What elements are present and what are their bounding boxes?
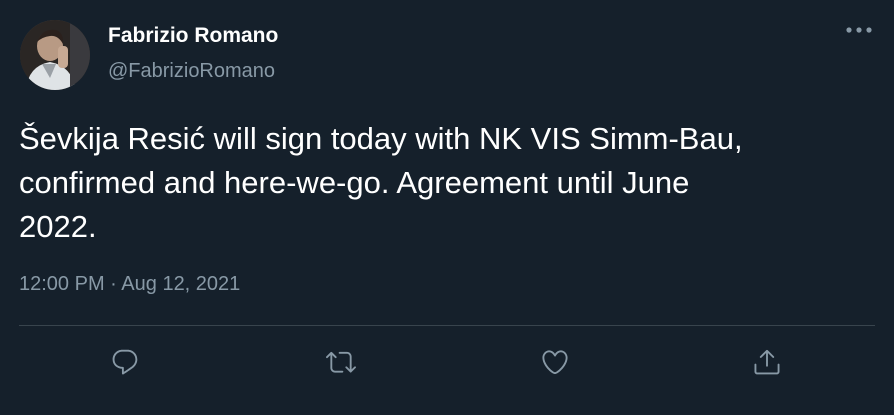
author-name[interactable]: Fabrizio Romano bbox=[108, 24, 278, 48]
share-icon bbox=[754, 349, 780, 375]
more-horizontal-icon bbox=[846, 27, 872, 33]
avatar[interactable] bbox=[20, 20, 90, 90]
tweet-timestamp[interactable]: 12:00 PM · Aug 12, 2021 bbox=[19, 273, 240, 296]
heart-icon bbox=[542, 350, 568, 375]
tweet-card: Fabrizio Romano @FabrizioRomano Ševkija … bbox=[0, 0, 894, 415]
retweet-button[interactable] bbox=[319, 340, 363, 384]
tweet-actions bbox=[0, 340, 894, 384]
tweet-text: Ševkija Resić will sign today with NK VI… bbox=[19, 121, 743, 244]
tweet-date[interactable]: Aug 12, 2021 bbox=[121, 273, 240, 295]
retweet-icon bbox=[326, 351, 356, 373]
reply-icon bbox=[112, 349, 138, 375]
avatar-photo bbox=[20, 20, 90, 90]
more-options-button[interactable] bbox=[844, 18, 874, 42]
divider bbox=[19, 325, 875, 326]
timestamp-separator: · bbox=[110, 273, 117, 295]
like-button[interactable] bbox=[533, 340, 577, 384]
tweet-time[interactable]: 12:00 PM bbox=[19, 273, 105, 295]
reply-button[interactable] bbox=[103, 340, 147, 384]
share-button[interactable] bbox=[745, 340, 789, 384]
author-handle[interactable]: @FabrizioRomano bbox=[108, 60, 275, 83]
